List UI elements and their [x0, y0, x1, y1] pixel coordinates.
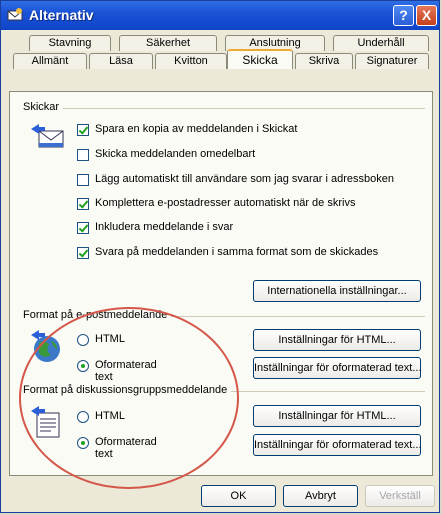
- send-mail-icon: [31, 124, 64, 148]
- group-divider: [23, 108, 425, 109]
- tab-stavning[interactable]: Stavning: [29, 35, 111, 51]
- radio-news-plain-dot[interactable]: [77, 437, 89, 449]
- tab-underhall[interactable]: Underhåll: [333, 35, 429, 51]
- newsgroup-icon: [31, 406, 60, 438]
- tab-skicka[interactable]: Skicka: [227, 49, 293, 69]
- label-include-message: Inkludera meddelande i svar: [95, 221, 234, 233]
- tab-allmant[interactable]: Allmänt: [13, 53, 87, 69]
- checkbox-include-message[interactable]: [77, 222, 89, 234]
- group-label-news-format: Format på diskussionsgruppsmeddelande: [23, 384, 232, 396]
- radio-news-html-dot[interactable]: [77, 411, 89, 423]
- label-add-to-addressbook: Lägg automatiskt till användare som jag …: [95, 173, 394, 185]
- tab-sakerhet[interactable]: Säkerhet: [119, 35, 217, 51]
- email-html-settings-button[interactable]: Inställningar för HTML...: [253, 329, 421, 351]
- tab-kvitton[interactable]: Kvitton: [155, 53, 227, 69]
- label-reply-same-format: Svara på meddelanden i samma format som …: [95, 246, 379, 258]
- email-plain-settings-button[interactable]: Inställningar för oformaterad text...: [253, 357, 422, 379]
- news-plain-settings-button[interactable]: Inställningar för oformaterad text...: [253, 434, 422, 456]
- label-news-html: HTML: [95, 410, 125, 422]
- apply-button[interactable]: Verkställ: [365, 485, 435, 507]
- globe-mail-icon: [31, 330, 60, 362]
- tab-lasa[interactable]: Läsa: [89, 53, 153, 69]
- window-title: Alternativ: [29, 7, 94, 23]
- cancel-button[interactable]: Avbryt: [283, 485, 358, 507]
- checkbox-save-copy[interactable]: [77, 124, 89, 136]
- news-html-settings-button[interactable]: Inställningar för HTML...: [253, 405, 421, 427]
- title-bar[interactable]: Alternativ ? X: [1, 1, 439, 30]
- label-email-plain: Oformaterad text: [95, 359, 157, 383]
- radio-email-html-dot[interactable]: [77, 334, 89, 346]
- group-label-skickar: Skickar: [23, 101, 64, 113]
- options-dialog: Alternativ ? X Stavning Säkerhet Anslutn…: [0, 0, 440, 513]
- tab-signaturer[interactable]: Signaturer: [355, 53, 429, 69]
- label-save-copy: Spara en kopia av meddelanden i Skickat: [95, 123, 298, 135]
- envelope-icon: [7, 8, 23, 21]
- tab-strip: Stavning Säkerhet Anslutning Underhåll A…: [9, 35, 433, 93]
- checkbox-reply-same-format[interactable]: [77, 247, 89, 259]
- international-settings-button[interactable]: Internationella inställningar...: [253, 280, 421, 302]
- label-email-html: HTML: [95, 333, 125, 345]
- checkbox-send-immediately[interactable]: [77, 149, 89, 161]
- tab-skriva[interactable]: Skriva: [295, 53, 353, 69]
- label-send-immediately: Skicka meddelanden omedelbart: [95, 148, 256, 160]
- help-button[interactable]: ?: [393, 5, 414, 26]
- label-news-plain: Oformaterad text: [95, 436, 157, 460]
- group-label-email-format: Format på e-postmeddelande: [23, 309, 172, 321]
- label-autocomplete: Komplettera e-postadresser automatiskt n…: [95, 197, 356, 209]
- checkbox-add-to-addressbook[interactable]: [77, 174, 89, 186]
- radio-email-plain-dot[interactable]: [77, 360, 89, 372]
- checkbox-autocomplete[interactable]: [77, 198, 89, 210]
- close-button[interactable]: X: [416, 5, 437, 26]
- ok-button[interactable]: OK: [201, 485, 276, 507]
